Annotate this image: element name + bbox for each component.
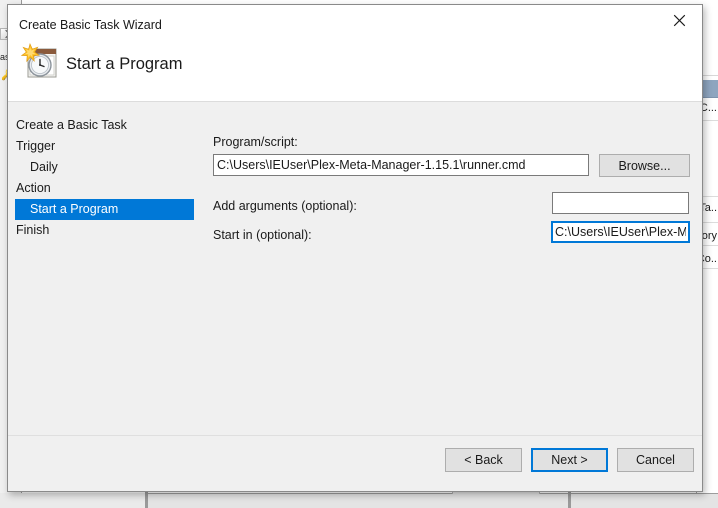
browse-button[interactable]: Browse... (599, 154, 690, 177)
sidebar-item-finish[interactable]: Finish (8, 220, 194, 241)
sidebar-item-daily[interactable]: Daily (8, 157, 194, 178)
add-arguments-label: Add arguments (optional): (213, 199, 357, 213)
add-arguments-input[interactable] (552, 192, 689, 214)
task-scheduler-clock-calendar-icon (19, 40, 63, 84)
screen: as 🔑 C... Ta.. ory Co.. Create Basic Tas… (0, 0, 718, 508)
cancel-button[interactable]: Cancel (617, 448, 694, 472)
wizard-step-list: Create a Basic Task Trigger Daily Action… (8, 115, 194, 241)
sidebar-item-create-a-basic-task[interactable]: Create a Basic Task (8, 115, 194, 136)
window-title: Create Basic Task Wizard (19, 18, 162, 32)
sidebar-item-action[interactable]: Action (8, 178, 194, 199)
start-in-label: Start in (optional): (213, 228, 312, 242)
sidebar-item-start-a-program[interactable]: Start a Program (15, 199, 194, 220)
next-button[interactable]: Next > (531, 448, 608, 472)
program-script-input[interactable] (213, 154, 589, 176)
background-right-row-text: ory (701, 230, 717, 242)
sidebar-item-trigger[interactable]: Trigger (8, 136, 194, 157)
background-bottom-strip (148, 493, 570, 508)
sidebar-item-label: Finish (16, 223, 50, 237)
sidebar-item-label: Trigger (16, 139, 56, 153)
close-icon[interactable] (656, 5, 702, 35)
background-bottom-strip (571, 493, 718, 508)
create-basic-task-wizard-dialog: Create Basic Task Wizard Start a Program… (7, 4, 703, 492)
page-title: Start a Program (66, 55, 183, 73)
program-script-label: Program/script: (213, 135, 298, 149)
dialog-header: Create Basic Task Wizard Start a Program (8, 5, 702, 102)
sidebar-item-label: Action (16, 181, 51, 195)
dialog-body: Create a Basic Task Trigger Daily Action… (8, 103, 702, 435)
sidebar-item-label: Daily (30, 160, 58, 174)
start-in-input[interactable] (551, 221, 690, 243)
sidebar-item-label: Start a Program (30, 202, 119, 216)
sidebar-item-label: Create a Basic Task (16, 118, 127, 132)
back-button[interactable]: < Back (445, 448, 522, 472)
dialog-footer: < Back Next > Cancel (8, 435, 702, 491)
background-bottom-strip (0, 493, 145, 508)
